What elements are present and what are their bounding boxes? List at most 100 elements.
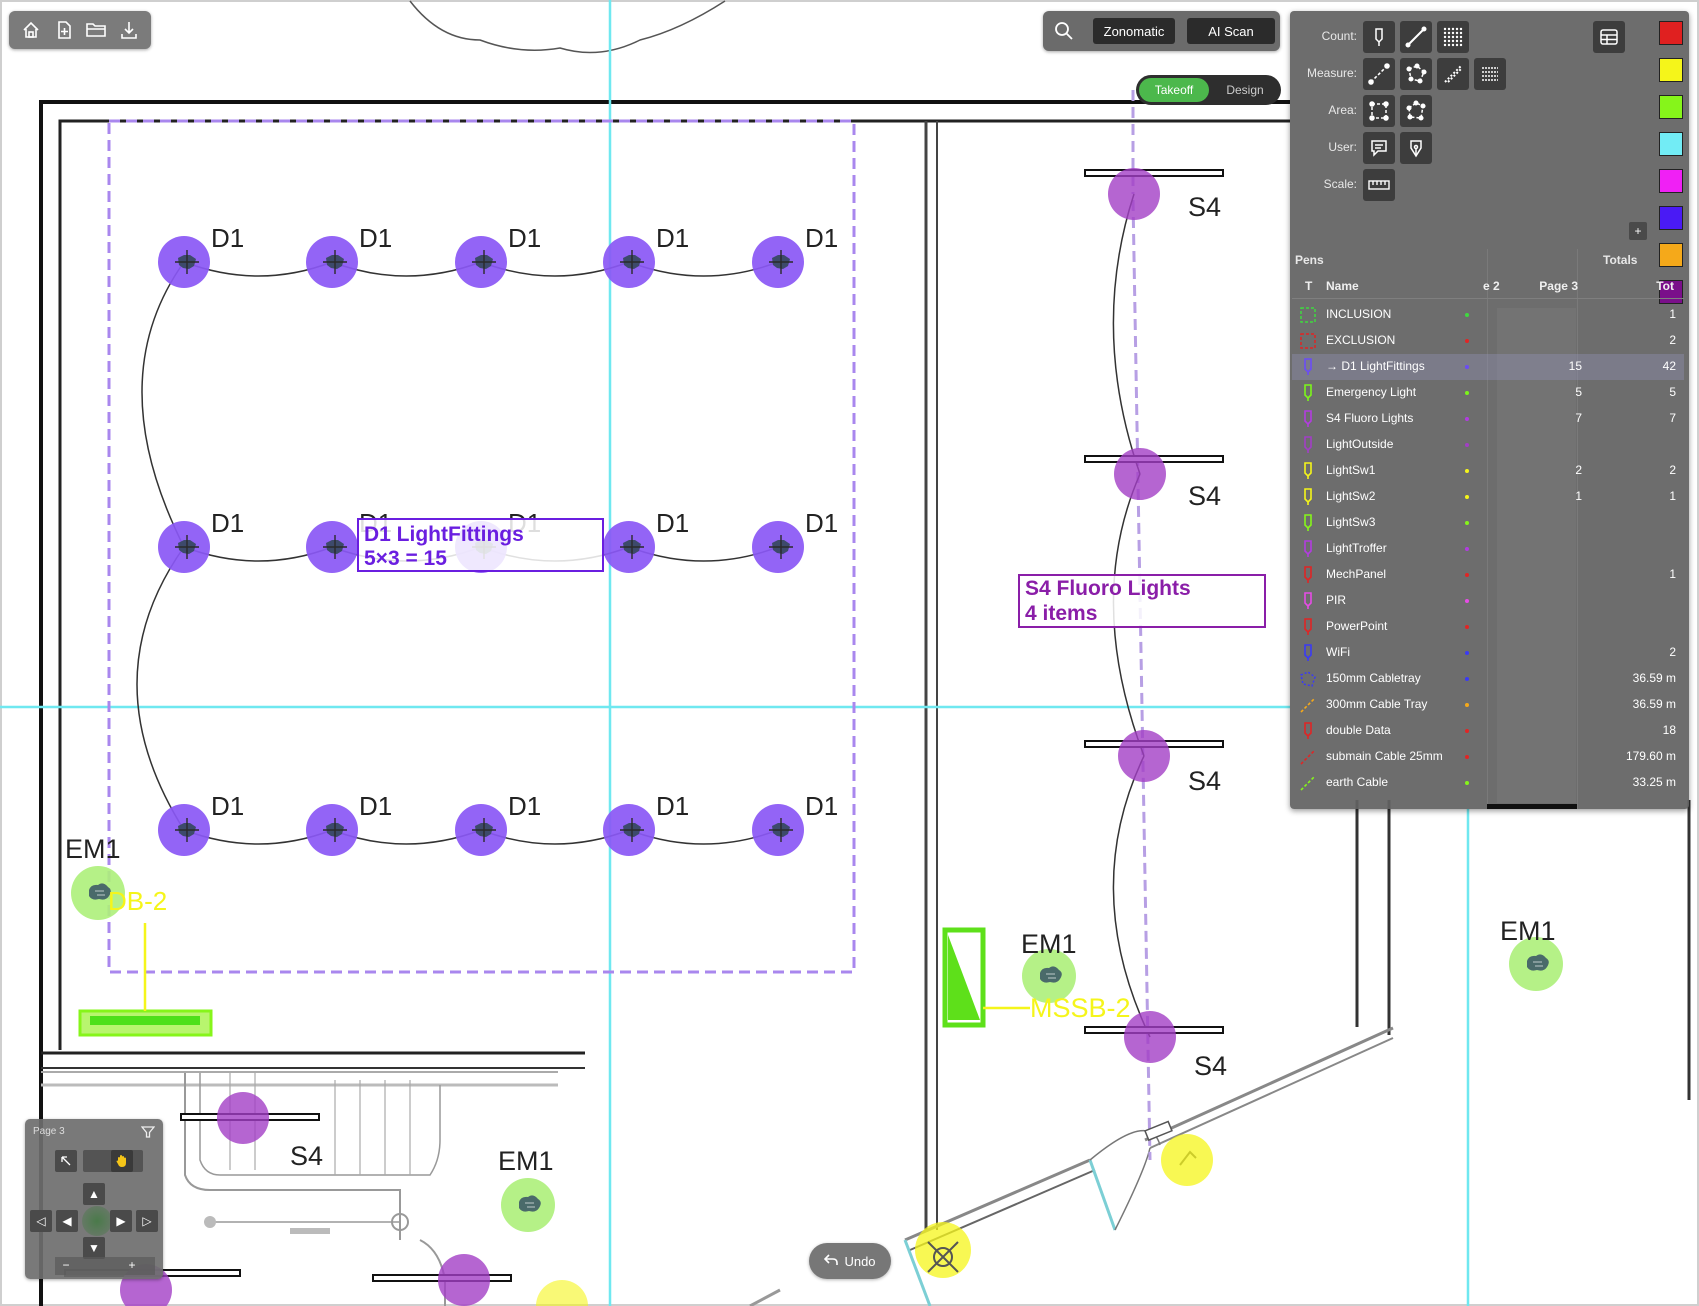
count-pin-icon — [1299, 592, 1317, 610]
s4-callout[interactable]: S4 Fluoro Lights 4 items — [1018, 574, 1266, 628]
d1-callout[interactable]: D1 LightFittings 5×3 = 15 — [357, 518, 604, 572]
arrow-right-end-icon[interactable]: ▷ — [136, 1210, 158, 1232]
d1-light-marker[interactable]: D1 — [603, 508, 689, 573]
d1-light-marker[interactable]: D1 — [306, 791, 392, 856]
ruler-icon[interactable] — [1363, 169, 1395, 201]
color-swatch[interactable] — [1659, 58, 1683, 82]
pen-nib-icon[interactable] — [1400, 132, 1432, 164]
zonomatic-button[interactable]: Zonomatic — [1093, 18, 1175, 44]
pen-row[interactable]: LightOutside — [1292, 432, 1684, 458]
design-mode-button[interactable]: Design — [1212, 78, 1278, 102]
s4-tag: S4 — [1188, 192, 1221, 222]
measure-polyline-icon[interactable] — [1400, 58, 1432, 90]
search-icon[interactable] — [1051, 18, 1077, 44]
scan-toolbar: Zonomatic AI Scan — [1043, 11, 1280, 51]
count-grid-icon[interactable] — [1437, 21, 1469, 53]
arrow-left-end-icon[interactable]: ◁ — [30, 1210, 52, 1232]
d1-light-marker[interactable]: D1 — [455, 223, 541, 288]
scale-label: Scale: — [1323, 177, 1357, 191]
takeoff-mode-button[interactable]: Takeoff — [1139, 78, 1209, 102]
d1-light-marker[interactable]: D1 — [752, 791, 838, 856]
pen-row[interactable]: PowerPoint — [1292, 614, 1684, 640]
comment-icon[interactable] — [1363, 132, 1395, 164]
color-swatch[interactable] — [1659, 243, 1683, 267]
home-icon[interactable] — [18, 17, 44, 43]
s4-light-marker[interactable] — [438, 1254, 490, 1306]
col-prev-page-header[interactable]: e 2 — [1483, 279, 1500, 293]
d1-light-marker[interactable]: D1 — [455, 791, 541, 856]
measure-line-icon[interactable] — [1363, 58, 1395, 90]
col-type-header[interactable]: T — [1305, 279, 1312, 293]
pen-color-dot — [1465, 599, 1469, 603]
color-swatch[interactable] — [1659, 132, 1683, 156]
pointer-icon[interactable] — [55, 1150, 77, 1172]
table-icon[interactable] — [1593, 21, 1625, 53]
color-swatch[interactable] — [1659, 169, 1683, 193]
pen-row[interactable]: Emergency Light 5 5 — [1292, 380, 1684, 406]
pen-row[interactable]: PIR — [1292, 588, 1684, 614]
color-swatch[interactable] — [1659, 21, 1683, 45]
pen-row[interactable]: LightSw1 2 2 — [1292, 458, 1684, 484]
count-pin-icon[interactable] — [1363, 21, 1395, 53]
em1-light-marker[interactable]: EM1 — [1021, 929, 1077, 1003]
pen-row[interactable]: double Data 18 — [1292, 718, 1684, 744]
pen-name: S4 Fluoro Lights — [1326, 411, 1414, 425]
pen-row[interactable]: → D1 LightFittings 15 42 — [1292, 354, 1684, 380]
area-polygon-icon[interactable] — [1400, 95, 1432, 127]
pen-row[interactable]: LightSw2 1 1 — [1292, 484, 1684, 510]
undo-button[interactable]: Undo — [809, 1243, 891, 1279]
ai-scan-button[interactable]: AI Scan — [1187, 18, 1275, 44]
hand-icon[interactable] — [111, 1150, 133, 1172]
pen-color-dot — [1465, 391, 1469, 395]
s4-light-marker[interactable]: S4 — [1124, 1011, 1227, 1081]
pen-row[interactable]: MechPanel 1 — [1292, 562, 1684, 588]
d1-callout-title: D1 LightFittings — [364, 523, 524, 546]
area-rect-icon[interactable] — [1363, 95, 1395, 127]
new-file-icon[interactable] — [51, 17, 77, 43]
pen-row[interactable]: submain Cable 25mm 179.60 m — [1292, 744, 1684, 770]
pen-row[interactable]: LightSw3 — [1292, 510, 1684, 536]
pen-row[interactable]: LightTroffer — [1292, 536, 1684, 562]
download-icon[interactable] — [116, 17, 142, 43]
zoom-out-button[interactable]: − — [55, 1256, 77, 1274]
em1-tag: EM1 — [65, 834, 121, 864]
d1-light-marker[interactable]: D1 — [752, 223, 838, 288]
arrow-right-icon[interactable]: ▶ — [110, 1210, 132, 1232]
zoom-in-button[interactable]: + — [121, 1256, 143, 1274]
filter-icon[interactable] — [140, 1125, 156, 1144]
pen-name: 300mm Cable Tray — [1326, 697, 1428, 711]
col-total-header[interactable]: Tot — [1634, 279, 1674, 293]
pen-row[interactable]: 150mm Cabletray 36.59 m — [1292, 666, 1684, 692]
em1-light-marker[interactable]: EM1 — [498, 1146, 555, 1232]
color-swatch[interactable] — [1659, 95, 1683, 119]
pen-row[interactable]: S4 Fluoro Lights 7 7 — [1292, 406, 1684, 432]
totals-header: Totals — [1603, 253, 1638, 267]
arrow-up-icon[interactable]: ▲ — [83, 1183, 105, 1205]
color-swatch[interactable] — [1659, 206, 1683, 230]
pen-row[interactable]: earth Cable 33.25 m — [1292, 770, 1684, 796]
d1-tag: D1 — [211, 791, 244, 821]
pen-row[interactable]: WiFi 2 — [1292, 640, 1684, 666]
pen-row[interactable]: 300mm Cable Tray 36.59 m — [1292, 692, 1684, 718]
measure-multi-icon[interactable] — [1474, 58, 1506, 90]
d1-light-marker[interactable]: D1 — [603, 223, 689, 288]
col-page3-header[interactable]: Page 3 — [1538, 279, 1578, 293]
d1-light-marker[interactable]: D1 — [752, 508, 838, 573]
count-line-icon[interactable] — [1400, 21, 1432, 53]
arrow-down-icon[interactable]: ▼ — [83, 1237, 105, 1259]
s4-light-marker[interactable]: S4 — [1118, 730, 1221, 796]
col-name-header[interactable]: Name — [1326, 279, 1359, 293]
pen-color-dot — [1465, 339, 1469, 343]
open-folder-icon[interactable] — [83, 17, 109, 43]
d1-light-marker[interactable]: D1 — [306, 223, 392, 288]
arrow-left-icon[interactable]: ◀ — [56, 1210, 78, 1232]
em1-light-marker[interactable]: EM1 — [1500, 916, 1563, 991]
d1-light-marker[interactable]: D1 — [603, 791, 689, 856]
s4-light-marker[interactable]: S4 — [217, 1092, 323, 1171]
add-color-button[interactable]: + — [1629, 222, 1647, 240]
d1-light-marker[interactable]: D1 — [158, 791, 244, 856]
pen-row[interactable]: EXCLUSION 2 — [1292, 328, 1684, 354]
measure-dashed-icon[interactable] — [1437, 58, 1469, 90]
d1-light-marker[interactable]: D1 — [158, 223, 244, 288]
pen-row[interactable]: INCLUSION 1 — [1292, 302, 1684, 328]
